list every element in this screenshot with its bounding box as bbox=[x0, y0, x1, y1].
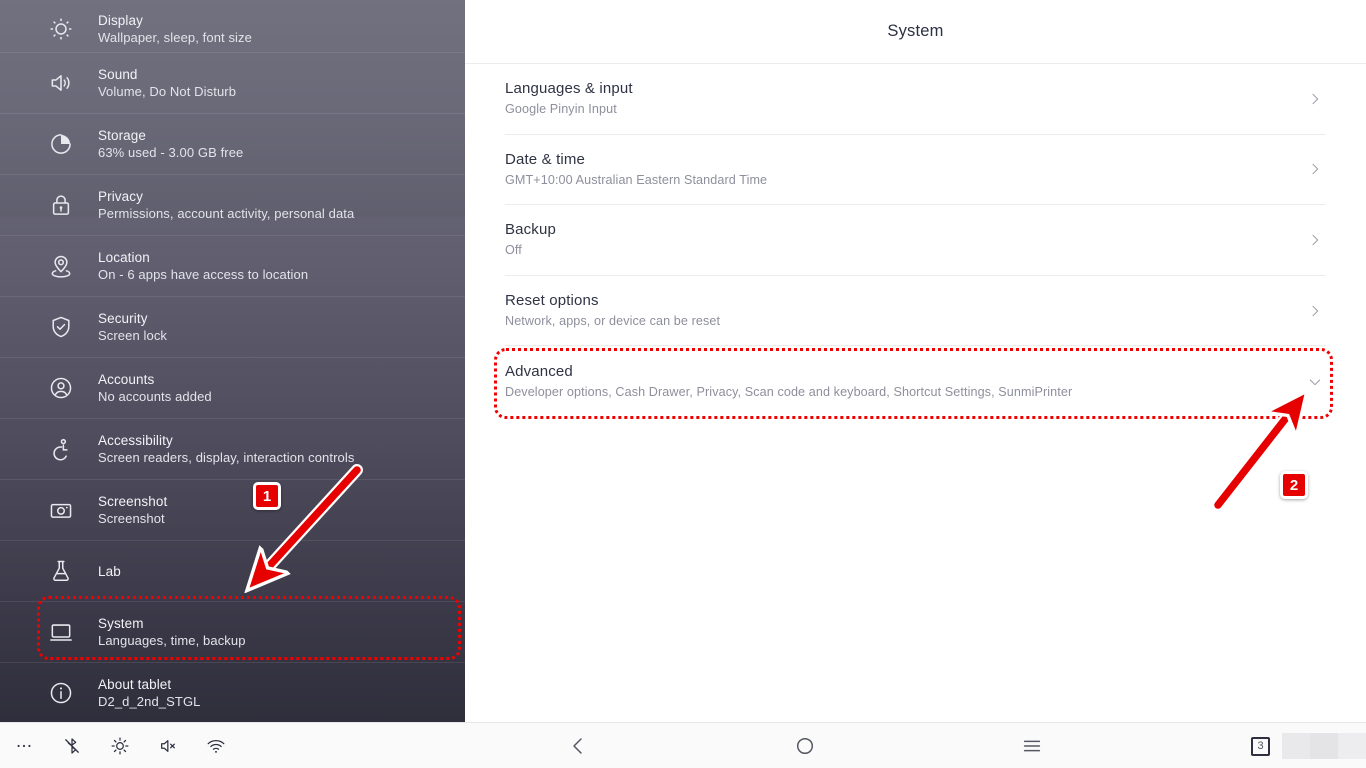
sidebar-item-subtitle: No accounts added bbox=[98, 389, 212, 404]
navbar-center-controls bbox=[465, 723, 1145, 768]
row-title: Backup bbox=[505, 221, 556, 239]
sidebar-item-accounts[interactable]: Accounts No accounts added bbox=[0, 358, 465, 419]
sidebar-item-subtitle: Languages, time, backup bbox=[98, 633, 246, 648]
page-title: System bbox=[887, 22, 944, 40]
wifi-icon[interactable] bbox=[192, 723, 240, 768]
location-pin-icon bbox=[44, 249, 78, 283]
settings-sidebar: Display Wallpaper, sleep, font size Soun… bbox=[0, 0, 465, 722]
sidebar-item-subtitle: Screen lock bbox=[98, 328, 168, 343]
settings-row-date-time[interactable]: Date & time GMT+10:00 Australian Eastern… bbox=[505, 135, 1326, 206]
sidebar-item-subtitle: Permissions, account activity, personal … bbox=[98, 206, 355, 221]
flask-icon bbox=[44, 554, 78, 588]
chevron-down-icon[interactable] bbox=[1304, 371, 1326, 393]
brightness-icon[interactable] bbox=[96, 723, 144, 768]
sidebar-item-title: Storage bbox=[98, 128, 146, 143]
sidebar-item-title: Privacy bbox=[98, 189, 143, 204]
sidebar-item-subtitle: Screenshot bbox=[98, 511, 165, 526]
row-subtitle: Off bbox=[505, 243, 522, 258]
system-settings-panel: System Languages & input Google Pinyin I… bbox=[465, 0, 1366, 722]
sidebar-item-privacy[interactable]: Privacy Permissions, account activity, p… bbox=[0, 175, 465, 236]
settings-row-advanced[interactable]: Advanced Developer options, Cash Drawer,… bbox=[505, 346, 1326, 417]
tray-cell bbox=[1282, 733, 1310, 759]
system-navigation-bar: 3 bbox=[0, 722, 1366, 768]
sidebar-item-lab[interactable]: Lab bbox=[0, 541, 465, 602]
settings-row-reset-options[interactable]: Reset options Network, apps, or device c… bbox=[505, 276, 1326, 347]
accessibility-icon bbox=[44, 432, 78, 466]
sidebar-item-location[interactable]: Location On - 6 apps have access to loca… bbox=[0, 236, 465, 297]
sidebar-item-title: About tablet bbox=[98, 677, 172, 692]
info-circle-icon bbox=[44, 676, 78, 710]
sidebar-item-screenshot[interactable]: Screenshot Screenshot bbox=[0, 480, 465, 541]
settings-screen: Display Wallpaper, sleep, font size Soun… bbox=[0, 0, 1366, 768]
status-tray bbox=[1282, 733, 1366, 759]
sidebar-item-title: System bbox=[98, 616, 144, 631]
monitor-icon bbox=[44, 615, 78, 649]
sidebar-item-subtitle: Volume, Do Not Disturb bbox=[98, 84, 237, 99]
sidebar-item-title: Sound bbox=[98, 67, 138, 82]
sidebar-item-subtitle: D2_d_2nd_STGL bbox=[98, 694, 201, 709]
sidebar-item-about-tablet[interactable]: About tablet D2_d_2nd_STGL bbox=[0, 663, 465, 722]
storage-pie-icon bbox=[44, 127, 78, 161]
settings-list: Languages & input Google Pinyin Input Da… bbox=[465, 64, 1366, 417]
sidebar-item-display[interactable]: Display Wallpaper, sleep, font size bbox=[0, 0, 465, 53]
tray-cell bbox=[1338, 733, 1366, 759]
row-subtitle: Google Pinyin Input bbox=[505, 102, 617, 117]
account-circle-icon bbox=[44, 371, 78, 405]
home-icon[interactable] bbox=[765, 723, 845, 768]
shield-check-icon bbox=[44, 310, 78, 344]
sidebar-item-system[interactable]: System Languages, time, backup bbox=[0, 602, 465, 663]
sidebar-item-subtitle: Screen readers, display, interaction con… bbox=[98, 450, 355, 465]
chevron-right-icon bbox=[1304, 88, 1326, 110]
bluetooth-off-icon[interactable] bbox=[48, 723, 96, 768]
row-subtitle: Network, apps, or device can be reset bbox=[505, 314, 721, 329]
navbar-right-tray: 3 bbox=[1251, 723, 1366, 768]
sound-icon bbox=[44, 66, 78, 100]
sidebar-item-subtitle: On - 6 apps have access to location bbox=[98, 267, 309, 282]
back-icon[interactable] bbox=[538, 723, 618, 768]
sidebar-item-title: Lab bbox=[98, 563, 121, 579]
row-subtitle: GMT+10:00 Australian Eastern Standard Ti… bbox=[505, 172, 768, 187]
lock-icon bbox=[44, 188, 78, 222]
sidebar-item-title: Display bbox=[98, 13, 143, 28]
sidebar-item-storage[interactable]: Storage 63% used - 3.00 GB free bbox=[0, 114, 465, 175]
navbar-left-tray bbox=[0, 723, 240, 768]
sidebar-item-accessibility[interactable]: Accessibility Screen readers, display, i… bbox=[0, 419, 465, 480]
sidebar-item-security[interactable]: Security Screen lock bbox=[0, 297, 465, 358]
row-title: Date & time bbox=[505, 150, 586, 168]
row-title: Languages & input bbox=[505, 80, 633, 98]
settings-row-backup[interactable]: Backup Off bbox=[505, 205, 1326, 276]
sidebar-item-title: Accessibility bbox=[98, 433, 173, 448]
brightness-icon bbox=[44, 12, 78, 46]
recents-count-badge[interactable]: 3 bbox=[1251, 736, 1270, 756]
row-title: Reset options bbox=[505, 292, 599, 310]
tray-cell bbox=[1310, 733, 1338, 759]
sidebar-item-sound[interactable]: Sound Volume, Do Not Disturb bbox=[0, 53, 465, 114]
volume-mute-icon[interactable] bbox=[144, 723, 192, 768]
camera-icon bbox=[44, 493, 78, 527]
chevron-right-icon bbox=[1304, 229, 1326, 251]
row-subtitle: Developer options, Cash Drawer, Privacy,… bbox=[505, 385, 1073, 400]
sidebar-item-subtitle: Wallpaper, sleep, font size bbox=[98, 30, 252, 45]
chevron-right-icon bbox=[1304, 300, 1326, 322]
sidebar-item-title: Location bbox=[98, 250, 150, 265]
settings-row-languages-input[interactable]: Languages & input Google Pinyin Input bbox=[505, 64, 1326, 135]
panel-header: System bbox=[465, 0, 1366, 64]
chevron-right-icon bbox=[1304, 158, 1326, 180]
sidebar-item-title: Screenshot bbox=[98, 494, 168, 509]
sidebar-item-title: Security bbox=[98, 311, 148, 326]
sidebar-item-subtitle: 63% used - 3.00 GB free bbox=[98, 145, 244, 160]
more-options-icon[interactable] bbox=[0, 723, 48, 768]
recents-menu-icon[interactable] bbox=[992, 723, 1072, 768]
row-title: Advanced bbox=[505, 363, 573, 381]
sidebar-item-title: Accounts bbox=[98, 372, 155, 387]
